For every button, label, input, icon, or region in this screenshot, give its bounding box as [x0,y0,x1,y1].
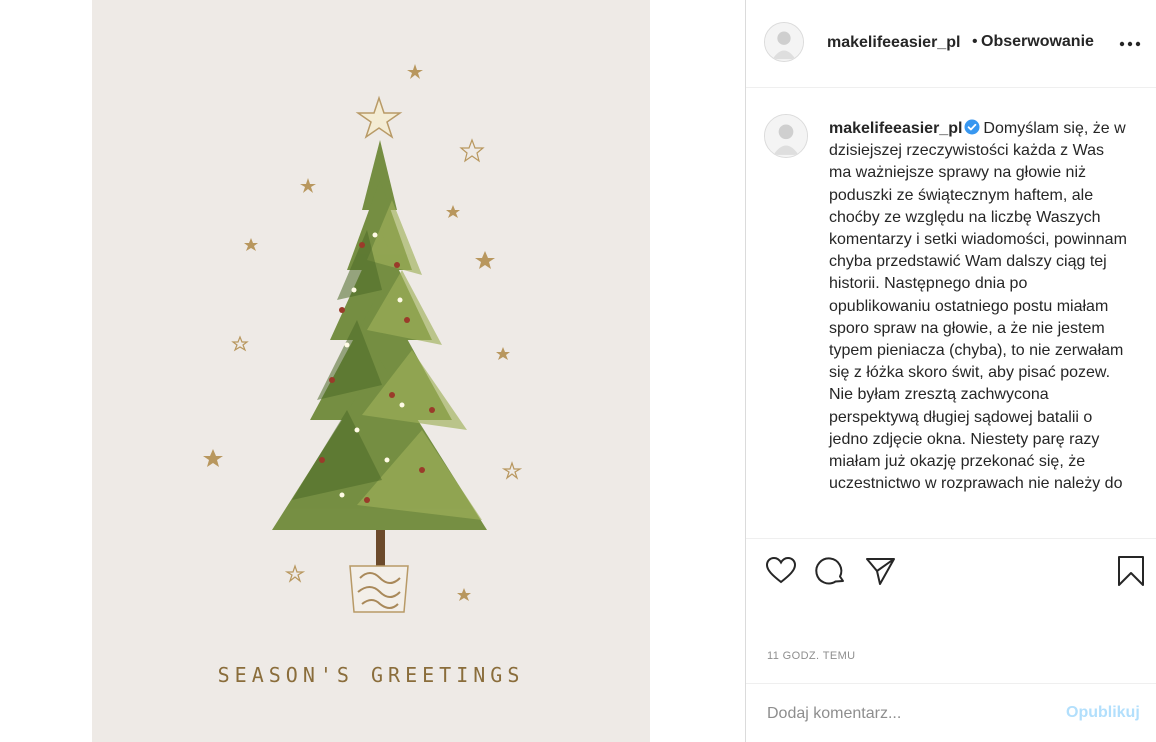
heart-icon[interactable] [764,554,798,588]
comment-icon[interactable] [814,554,848,588]
caption-text-block: makelifeeasier_pl Domyślam się, że w dzis… [829,118,1129,495]
post-header: makelifeeasier_pl • Obserwowanie [746,0,1156,88]
post-side-panel: makelifeeasier_pl • Obserwowanie makelif… [746,0,1156,742]
greeting-text: SEASON'S GREETINGS [217,663,525,687]
avatar[interactable] [764,22,804,62]
more-horizontal-icon[interactable] [1116,34,1144,54]
comment-input[interactable] [767,702,1057,726]
caption-username[interactable]: makelifeeasier_pl [829,120,962,137]
comment-bar: Opublikuj [746,683,1156,742]
post-timestamp[interactable]: 11 GODZ. TEMU [767,650,856,662]
share-icon[interactable] [863,554,897,588]
caption-avatar[interactable] [764,114,808,158]
following-button[interactable]: Obserwowanie [981,33,1094,51]
action-bar [746,538,1156,598]
post-image[interactable]: SEASON'S GREETINGS [92,0,650,742]
media-area: SEASON'S GREETINGS [0,0,745,742]
verified-badge-icon [964,119,980,135]
caption-body: Domyślam się, że w dzisiejszej rzeczywis… [829,120,1127,493]
header-username[interactable]: makelifeeasier_pl [827,34,960,52]
caption-area: makelifeeasier_pl Domyślam się, że w dzis… [746,104,1156,536]
publish-button[interactable]: Opublikuj [1066,704,1140,722]
christmas-tree-illustration [92,0,650,742]
bookmark-icon[interactable] [1114,554,1148,588]
header-separator: • [972,33,978,50]
